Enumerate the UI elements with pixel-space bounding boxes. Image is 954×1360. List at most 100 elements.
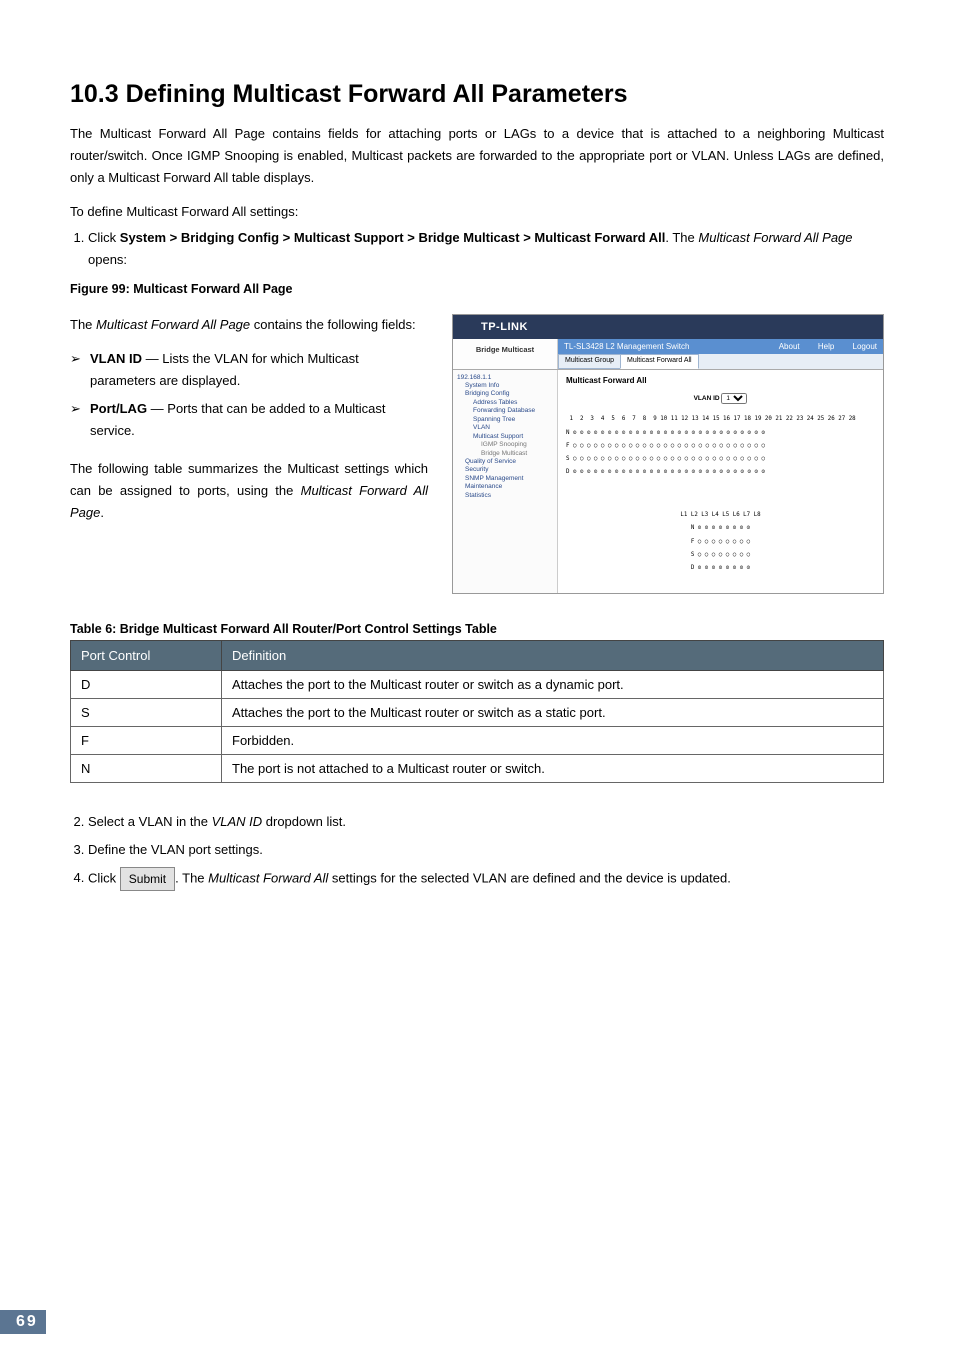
screenshot-figure: TP-LINK Bridge Multicast TL-SL3428 L2 Ma… [452, 314, 884, 594]
tree-security[interactable]: Security [457, 466, 553, 474]
left-column: The Multicast Forward All Page contains … [70, 314, 428, 537]
ss-title-area: TL-SL3428 L2 Management Switch About Hel… [558, 339, 883, 369]
ss-device-title: TL-SL3428 L2 Management Switch [564, 342, 689, 351]
port-row-s[interactable]: S ○ ○ ○ ○ ○ ○ ○ ○ ○ ○ ○ ○ ○ ○ ○ ○ ○ ○ ○ … [566, 456, 875, 463]
step1-post: . The [665, 230, 698, 245]
figure-caption: Figure 99: Multicast Forward All Page [70, 282, 884, 296]
step1-italic: Multicast Forward All Page [698, 230, 852, 245]
step-3: Define the VLAN port settings. [88, 839, 884, 861]
right-column: TP-LINK Bridge Multicast TL-SL3428 L2 Ma… [452, 314, 884, 594]
ss-header-links: About Help Logout [763, 342, 877, 351]
settings-table: Port Control Definition D Attaches the p… [70, 640, 884, 783]
tree-igmp-snooping[interactable]: IGMP Snooping [457, 441, 553, 449]
tree-multicast-support[interactable]: Multicast Support [457, 433, 553, 441]
steps-list-top: Click System > Bridging Config > Multica… [70, 227, 884, 271]
ss-brand-bar: TP-LINK [453, 315, 883, 339]
lag-header-row: L1 L2 L3 L4 L5 L6 L7 L8 [566, 512, 875, 519]
tab-multicast-group[interactable]: Multicast Group [558, 354, 621, 369]
port-row-n[interactable]: N ⊙ ⊙ ⊙ ⊙ ⊙ ⊙ ⊙ ⊙ ⊙ ⊙ ⊙ ⊙ ⊙ ⊙ ⊙ ⊙ ⊙ ⊙ ⊙ … [566, 430, 875, 437]
intro-paragraph: The Multicast Forward All Page contains … [70, 123, 884, 189]
tree-snmp[interactable]: SNMP Management [457, 475, 553, 483]
tree-spanning-tree[interactable]: Spanning Tree [457, 416, 553, 424]
vlan-id-label: VLAN ID [694, 395, 720, 402]
tab-multicast-forward-all[interactable]: Multicast Forward All [620, 354, 699, 369]
step-1: Click System > Bridging Config > Multica… [88, 227, 884, 271]
port-row-f[interactable]: F ○ ○ ○ ○ ○ ○ ○ ○ ○ ○ ○ ○ ○ ○ ○ ○ ○ ○ ○ … [566, 443, 875, 450]
section-heading: 10.3 Defining Multicast Forward All Para… [70, 80, 884, 109]
table-caption: Table 6: Bridge Multicast Forward All Ro… [70, 622, 884, 636]
fields-intro-post: contains the following fields: [250, 317, 415, 332]
tree-bridging-config[interactable]: Bridging Config [457, 390, 553, 398]
cell-code: S [71, 698, 222, 726]
cell-def: Forbidden. [222, 726, 884, 754]
table-row: N The port is not attached to a Multicas… [71, 754, 884, 782]
lag-row-f[interactable]: F ○ ○ ○ ○ ○ ○ ○ ○ [566, 539, 875, 546]
step2-pre: Select a VLAN in the [88, 814, 212, 829]
bullet1-bold: VLAN ID [90, 351, 142, 366]
ss-main-heading: Multicast Forward All [566, 376, 875, 385]
step1-end: opens: [88, 252, 127, 267]
port-grid[interactable]: 1 2 3 4 5 6 7 8 9 10 11 12 13 14 15 16 1… [566, 410, 875, 490]
step1-bold: System > Bridging Config > Multicast Sup… [120, 230, 666, 245]
to-define-line: To define Multicast Forward All settings… [70, 201, 884, 223]
field-bullets: VLAN ID — Lists the VLAN for which Multi… [70, 348, 428, 442]
tree-qos[interactable]: Quality of Service [457, 458, 553, 466]
port-row-d[interactable]: D ⊙ ⊙ ⊙ ⊙ ⊙ ⊙ ⊙ ⊙ ⊙ ⊙ ⊙ ⊙ ⊙ ⊙ ⊙ ⊙ ⊙ ⊙ ⊙ … [566, 469, 875, 476]
link-logout[interactable]: Logout [853, 342, 877, 351]
two-column-row: The Multicast Forward All Page contains … [70, 314, 884, 594]
step2-post: dropdown list. [262, 814, 346, 829]
steps-list-bottom: Select a VLAN in the VLAN ID dropdown li… [70, 811, 884, 892]
step4-italic: Multicast Forward All [208, 870, 328, 885]
cell-def: Attaches the port to the Multicast route… [222, 670, 884, 698]
table-row: F Forbidden. [71, 726, 884, 754]
lag-row-n[interactable]: N ⊙ ⊙ ⊙ ⊙ ⊙ ⊙ ⊙ ⊙ [566, 525, 875, 532]
bullet-port-lag: Port/LAG — Ports that can be added to a … [90, 398, 428, 442]
port-header-row: 1 2 3 4 5 6 7 8 9 10 11 12 13 14 15 16 1… [566, 416, 875, 423]
ss-nav-tree[interactable]: 192.168.1.1 System Info Bridging Config … [453, 370, 558, 594]
summary-paragraph: The following table summarizes the Multi… [70, 458, 428, 524]
ss-title-bar: TL-SL3428 L2 Management Switch About Hel… [558, 339, 883, 354]
table-row: D Attaches the port to the Multicast rou… [71, 670, 884, 698]
link-about[interactable]: About [779, 342, 800, 351]
step-4: Click Submit. The Multicast Forward All … [88, 867, 884, 891]
tree-maintenance[interactable]: Maintenance [457, 483, 553, 491]
cell-code: N [71, 754, 222, 782]
summary-end: . [100, 505, 104, 520]
vlan-id-row: VLAN ID 1 [566, 393, 875, 404]
table-row: S Attaches the port to the Multicast rou… [71, 698, 884, 726]
tree-address-tables[interactable]: Address Tables [457, 399, 553, 407]
tree-statistics[interactable]: Statistics [457, 492, 553, 500]
fields-intro-pre: The [70, 317, 96, 332]
step4-mid: . The [175, 870, 208, 885]
table-header-row: Port Control Definition [71, 640, 884, 670]
tree-ip[interactable]: 192.168.1.1 [457, 374, 553, 382]
ss-body: 192.168.1.1 System Info Bridging Config … [453, 370, 883, 594]
step2-italic: VLAN ID [212, 814, 263, 829]
bullet2-bold: Port/LAG [90, 401, 147, 416]
tree-vlan[interactable]: VLAN [457, 424, 553, 432]
tree-system-info[interactable]: System Info [457, 382, 553, 390]
cell-def: The port is not attached to a Multicast … [222, 754, 884, 782]
th-definition: Definition [222, 640, 884, 670]
tree-forwarding-db[interactable]: Forwarding Database [457, 407, 553, 415]
fields-intro-italic: Multicast Forward All Page [96, 317, 250, 332]
step1-pre: Click [88, 230, 120, 245]
vlan-id-select[interactable]: 1 [721, 393, 747, 404]
brand-logo: TP-LINK [481, 321, 528, 333]
th-port-control: Port Control [71, 640, 222, 670]
step4-post: settings for the selected VLAN are defin… [328, 870, 731, 885]
cell-def: Attaches the port to the Multicast route… [222, 698, 884, 726]
lag-row-s[interactable]: S ○ ○ ○ ○ ○ ○ ○ ○ [566, 552, 875, 559]
cell-code: D [71, 670, 222, 698]
lag-grid[interactable]: L1 L2 L3 L4 L5 L6 L7 L8 N ⊙ ⊙ ⊙ ⊙ ⊙ ⊙ ⊙ … [566, 505, 875, 585]
ss-main-panel: Multicast Forward All VLAN ID 1 1 2 3 4 … [558, 370, 883, 594]
bullet-vlan-id: VLAN ID — Lists the VLAN for which Multi… [90, 348, 428, 392]
ss-header-row: Bridge Multicast TL-SL3428 L2 Management… [453, 339, 883, 370]
link-help[interactable]: Help [818, 342, 834, 351]
step4-pre: Click [88, 870, 120, 885]
tree-bridge-multicast[interactable]: Bridge Multicast [457, 450, 553, 458]
ss-nav-head: Bridge Multicast [453, 339, 558, 369]
fields-intro: The Multicast Forward All Page contains … [70, 314, 428, 336]
step-2: Select a VLAN in the VLAN ID dropdown li… [88, 811, 884, 833]
lag-row-d[interactable]: D ⊙ ⊙ ⊙ ⊙ ⊙ ⊙ ⊙ ⊙ [566, 565, 875, 572]
